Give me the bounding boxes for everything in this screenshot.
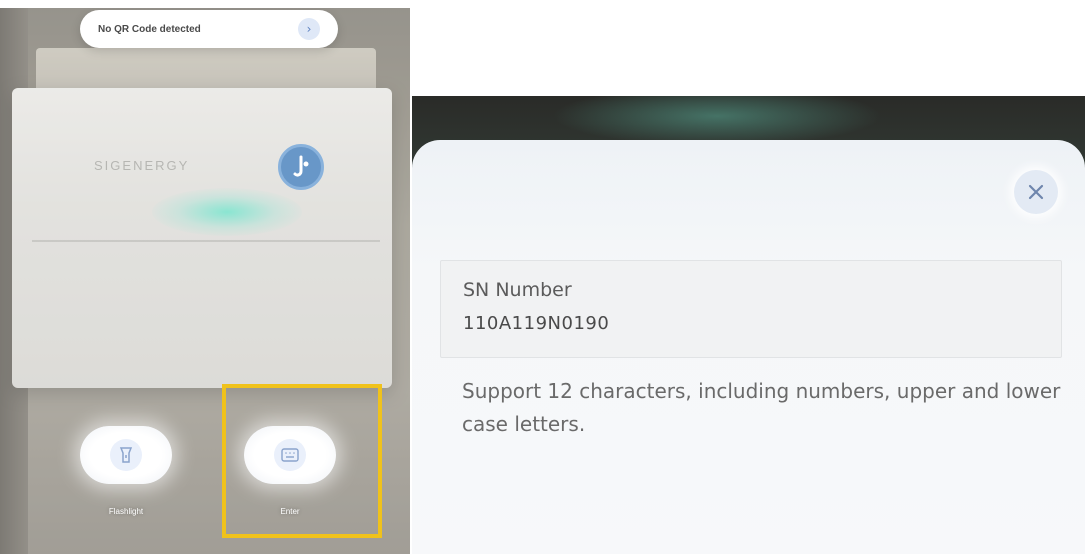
sn-number-label: SN Number bbox=[463, 279, 572, 301]
flashlight-icon bbox=[110, 439, 142, 471]
sn-number-field[interactable]: SN Number 110A119N0190 bbox=[440, 260, 1062, 358]
qr-scanner-view: SIGENERGY No QR Code detected › Flashlig… bbox=[0, 8, 410, 554]
qr-status-text: No QR Code detected bbox=[98, 23, 201, 35]
sn-entry-sheet: SN Number 110A119N0190 Support 12 charac… bbox=[412, 140, 1085, 554]
sn-entry-screen: SN Number 110A119N0190 Support 12 charac… bbox=[412, 96, 1085, 554]
qr-status-pill[interactable]: No QR Code detected › bbox=[80, 10, 338, 48]
flashlight-label: Flashlight bbox=[108, 507, 144, 516]
close-button[interactable] bbox=[1014, 170, 1058, 214]
background-camera-glow bbox=[552, 96, 882, 146]
enter-highlight-box bbox=[222, 384, 382, 538]
screenshot-root: SIGENERGY No QR Code detected › Flashlig… bbox=[0, 0, 1085, 554]
sn-format-hint: Support 12 characters, including numbers… bbox=[462, 379, 1061, 436]
close-icon bbox=[1028, 184, 1044, 200]
chevron-right-icon[interactable]: › bbox=[298, 18, 320, 40]
flashlight-button[interactable] bbox=[80, 426, 172, 484]
sn-number-input[interactable]: 110A119N0190 bbox=[463, 313, 1039, 334]
